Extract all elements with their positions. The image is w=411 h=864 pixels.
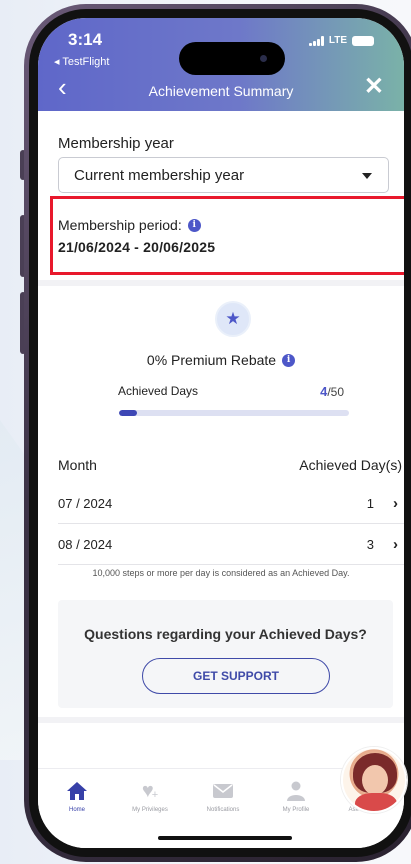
assistant-avatar-icon[interactable] bbox=[341, 747, 407, 813]
table-row[interactable]: 07 / 2024 1 › bbox=[58, 484, 404, 524]
table-row[interactable]: 08 / 2024 3 › bbox=[58, 525, 404, 565]
achieved-days-column-header: Achieved Day(s) bbox=[299, 457, 402, 473]
status-indicators: LTE bbox=[308, 35, 374, 46]
back-to-testflight-link[interactable]: ◂ TestFlight bbox=[54, 55, 109, 68]
envelope-icon bbox=[190, 779, 256, 803]
dropdown-caret-icon bbox=[362, 173, 372, 179]
tab-notifications[interactable]: Notifications bbox=[190, 779, 256, 813]
section-divider bbox=[38, 280, 404, 286]
row-days: 3 bbox=[366, 537, 374, 552]
achieved-days-count: 4/50 bbox=[320, 384, 344, 399]
achieved-days-total: /50 bbox=[327, 385, 344, 399]
page-title: Achievement Summary bbox=[148, 83, 294, 99]
tab-label: My Profile bbox=[282, 807, 310, 813]
home-icon bbox=[44, 779, 110, 803]
row-month: 07 / 2024 bbox=[58, 496, 113, 511]
membership-period-text: Membership period: bbox=[58, 217, 182, 233]
home-indicator bbox=[158, 836, 292, 840]
membership-year-select[interactable]: Current membership year bbox=[58, 157, 389, 193]
person-icon bbox=[263, 779, 329, 803]
camera-dot bbox=[260, 55, 267, 62]
heart-plus-icon: ♥ + bbox=[141, 779, 159, 802]
rebate-info-icon[interactable]: i bbox=[282, 353, 296, 367]
header-bar: 3:14 ◂ TestFlight LTE ‹ Achievement Summ… bbox=[38, 18, 404, 111]
tab-label: My Privileges bbox=[132, 807, 168, 813]
achieved-day-footnote: 10,000 steps or more per day is consider… bbox=[92, 568, 350, 578]
support-question: Questions regarding your Achieved Days? bbox=[84, 626, 367, 642]
network-label: LTE bbox=[328, 35, 347, 46]
tab-label: Notifications bbox=[206, 807, 240, 813]
membership-period-label: Membership period: i bbox=[58, 217, 201, 233]
signal-icon bbox=[308, 35, 324, 46]
phone-bezel: 3:14 ◂ TestFlight LTE ‹ Achievement Summ… bbox=[29, 9, 411, 857]
progress-fill bbox=[119, 410, 138, 416]
achieved-days-progress-bar bbox=[119, 410, 349, 416]
chevron-right-icon: › bbox=[393, 536, 398, 553]
membership-year-label: Membership year bbox=[58, 135, 174, 152]
get-support-button[interactable]: GET SUPPORT bbox=[142, 658, 330, 694]
achieved-days-label: Achieved Days bbox=[118, 384, 199, 398]
tab-my-profile[interactable]: My Profile bbox=[263, 779, 329, 813]
membership-period-value: 21/06/2024 - 20/06/2025 bbox=[58, 239, 216, 255]
month-column-header: Month bbox=[58, 457, 97, 473]
status-time: 3:14 bbox=[68, 30, 103, 49]
info-icon[interactable]: i bbox=[187, 218, 201, 232]
app-screen: 3:14 ◂ TestFlight LTE ‹ Achievement Summ… bbox=[38, 18, 404, 848]
star-badge-icon: ★ bbox=[215, 301, 251, 337]
row-month: 08 / 2024 bbox=[58, 537, 113, 552]
dynamic-island bbox=[179, 42, 285, 75]
premium-rebate-text: 0% Premium Rebate bbox=[146, 352, 277, 368]
battery-icon bbox=[352, 35, 374, 46]
tab-my-privileges[interactable]: ♥ + My Privileges bbox=[117, 779, 183, 814]
row-days: 1 bbox=[366, 496, 374, 511]
tab-label: Home bbox=[68, 807, 85, 813]
section-divider bbox=[38, 717, 404, 723]
premium-rebate-title: 0% Premium Rebate i bbox=[38, 352, 404, 368]
membership-year-selected: Current membership year bbox=[74, 166, 245, 184]
tab-home[interactable]: Home bbox=[44, 779, 110, 813]
support-card: Questions regarding your Achieved Days? … bbox=[58, 600, 393, 708]
close-button[interactable]: ✕ bbox=[364, 75, 384, 99]
phone-frame: 3:14 ◂ TestFlight LTE ‹ Achievement Summ… bbox=[24, 4, 411, 862]
chevron-right-icon: › bbox=[393, 495, 398, 512]
highlight-box bbox=[50, 196, 404, 275]
